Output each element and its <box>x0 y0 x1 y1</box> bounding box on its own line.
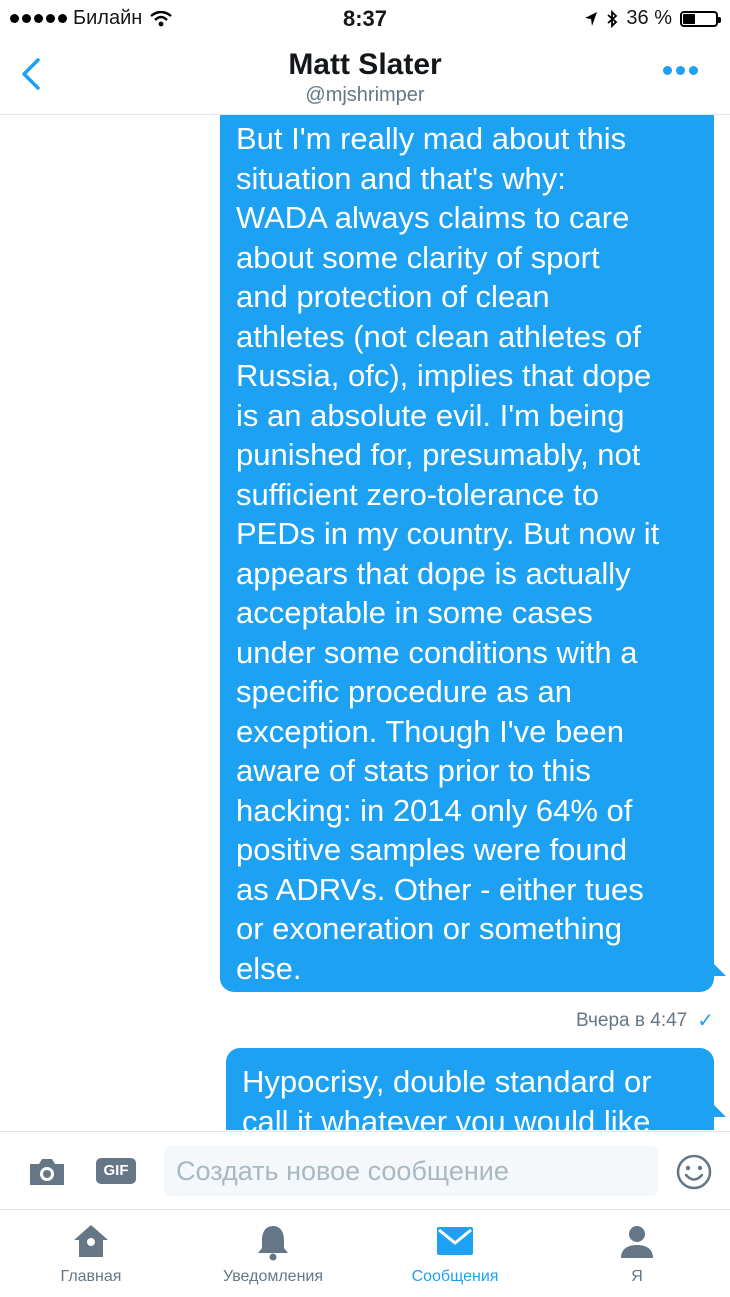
tab-bar: Главная Уведомления Сообщения Я <box>0 1209 730 1297</box>
status-bar: Билайн 8:37 36 % <box>0 0 730 38</box>
tab-label: Главная <box>60 1268 122 1285</box>
gif-button[interactable]: GIF <box>96 1158 136 1184</box>
message-bubble[interactable]: But I'm really mad about this situation … <box>220 115 714 992</box>
battery-icon <box>680 10 721 27</box>
more-dots-icon[interactable] <box>663 66 698 75</box>
timestamp-text: Вчера в 4:47 <box>575 1009 688 1031</box>
conversation-title: Matt Slater <box>288 48 442 81</box>
tab-label: Я <box>631 1268 643 1285</box>
tab-home[interactable]: Главная <box>0 1210 182 1297</box>
emoji-icon[interactable] <box>676 1154 712 1190</box>
tab-label: Уведомления <box>222 1268 324 1285</box>
envelope-icon <box>437 1227 473 1255</box>
message-thread: But I'm really mad about this situation … <box>0 115 730 1130</box>
tab-notifications[interactable]: Уведомления <box>182 1210 364 1297</box>
location-arrow-icon <box>585 11 598 26</box>
message-input[interactable] <box>164 1146 658 1196</box>
message-timestamp: Вчера в 4:47 ✓ <box>576 1008 714 1033</box>
compose-bar: GIF <box>0 1131 730 1210</box>
bluetooth-icon <box>607 9 618 28</box>
checkmark-icon: ✓ <box>697 1010 714 1032</box>
status-right: 36 % <box>584 7 721 30</box>
battery-level <box>683 13 695 24</box>
tab-label: Сообщения <box>411 1268 499 1285</box>
camera-icon[interactable] <box>27 1156 67 1188</box>
bubble-tail <box>712 962 726 976</box>
home-icon <box>74 1225 108 1257</box>
conversation-handle: @mjshrimper <box>305 84 425 106</box>
message-bubble[interactable]: Hypocrisy, double standard or call it wh… <box>226 1048 714 1130</box>
tab-profile[interactable]: Я <box>546 1210 728 1297</box>
person-icon <box>621 1226 653 1258</box>
tab-messages[interactable]: Сообщения <box>364 1210 546 1297</box>
battery-percent: 36 % <box>626 7 672 29</box>
bell-icon <box>258 1226 288 1261</box>
bubble-tail <box>712 1103 726 1117</box>
conversation-header: Matt Slater @mjshrimper <box>0 38 730 115</box>
